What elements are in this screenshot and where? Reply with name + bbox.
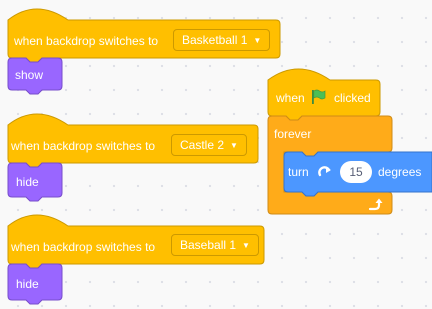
hide-block-1-label: hide <box>16 175 39 189</box>
chevron-down-icon: ▼ <box>253 35 262 45</box>
hat-label-3: when backdrop switches to <box>11 240 156 254</box>
backdrop-dropdown-1[interactable]: Basketball 1 ▼ <box>173 29 271 51</box>
green-flag-icon <box>312 89 326 104</box>
show-block-label: show <box>15 68 44 82</box>
clicked-label: clicked <box>334 91 371 105</box>
forever-label: forever <box>274 127 312 141</box>
backdrop-dropdown-2[interactable]: Castle 2 ▼ <box>171 134 247 156</box>
turn-label: turn <box>288 165 309 179</box>
backdrop-dropdown-2-value: Castle 2 <box>180 138 225 152</box>
degrees-label: degrees <box>378 165 422 179</box>
backdrop-dropdown-1-value: Basketball 1 <box>182 33 248 47</box>
rotate-clockwise-icon <box>318 166 331 177</box>
hide-block-2-label: hide <box>16 277 39 291</box>
loop-arrow-icon <box>368 198 383 211</box>
hat-label-1: when backdrop switches to <box>14 34 159 48</box>
backdrop-dropdown-3-value: Baseball 1 <box>180 238 237 252</box>
hat-label-2: when backdrop switches to <box>11 139 156 153</box>
chevron-down-icon: ▼ <box>230 140 238 150</box>
degrees-input[interactable]: 15 <box>340 161 372 183</box>
chevron-down-icon: ▼ <box>242 240 250 250</box>
backdrop-dropdown-3[interactable]: Baseball 1 ▼ <box>171 234 259 256</box>
when-label: when <box>276 91 305 105</box>
